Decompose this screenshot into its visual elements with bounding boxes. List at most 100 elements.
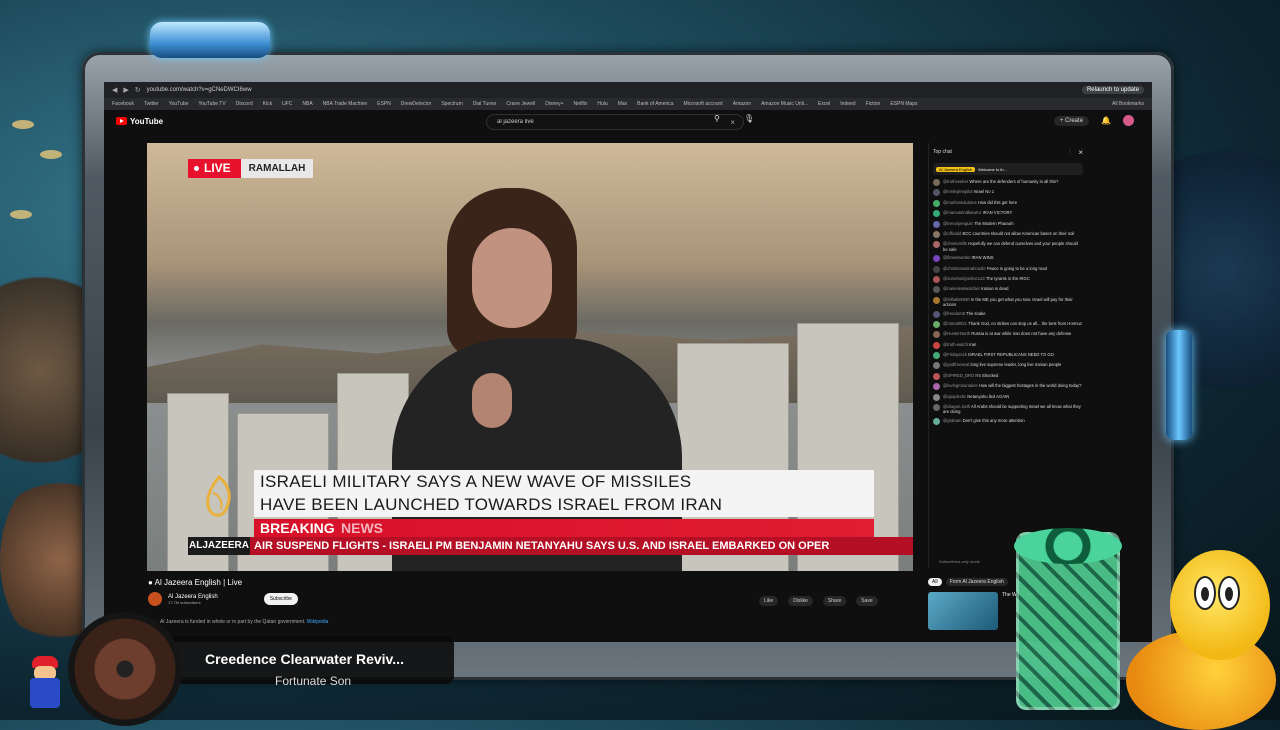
chat-text: Don't give this any more attention <box>962 417 1025 423</box>
bookmark-item[interactable]: Twitter <box>144 101 159 107</box>
chat-avatar[interactable] <box>933 199 940 207</box>
bookmark-item[interactable]: Facebook <box>112 101 134 107</box>
chat-username[interactable]: @officiald <box>943 231 961 236</box>
chat-username[interactable]: @truthseeker <box>943 179 968 184</box>
chat-avatar[interactable] <box>933 220 940 228</box>
relaunch-button[interactable]: Relaunch to update <box>1081 86 1144 94</box>
channel-name[interactable]: Al Jazeera English <box>168 594 218 600</box>
chat-username[interactable]: @mrskylinepilot <box>943 189 973 194</box>
channel-avatar[interactable] <box>148 592 162 606</box>
chat-avatar[interactable] <box>933 241 940 249</box>
bookmark-item[interactable]: Netflix <box>573 101 587 107</box>
chat-avatar[interactable] <box>933 372 940 380</box>
chat-username[interactable]: @freedom8 <box>943 311 965 316</box>
chat-avatar[interactable] <box>933 286 940 294</box>
bookmark-item[interactable]: YouTube <box>169 101 189 107</box>
chat-username[interactable]: @fitnessworks <box>943 255 970 260</box>
chat-username[interactable]: @christomasinahoodie <box>943 266 986 271</box>
search-icon[interactable]: ⚲ <box>714 114 720 123</box>
share-button[interactable]: Share <box>822 596 847 606</box>
notifications-icon[interactable]: 🔔 <box>1101 116 1111 125</box>
bookmark-item[interactable]: Amazon <box>733 101 751 107</box>
bookmarks-bar: Facebook Twitter YouTube YouTube TV Discord K… <box>104 98 1152 110</box>
bookmark-item[interactable]: Fiction <box>866 101 881 107</box>
bookmark-item[interactable]: DrewDetector <box>401 101 432 107</box>
chat-username[interactable]: @truth-watch <box>943 342 968 347</box>
chat-avatar[interactable] <box>933 331 940 339</box>
bookmark-item[interactable]: UFC <box>282 101 292 107</box>
chat-avatar[interactable] <box>933 320 940 328</box>
chat-username[interactable]: @lovingmountains <box>943 383 978 388</box>
chat-avatar[interactable] <box>933 230 940 238</box>
all-bookmarks[interactable]: All Bookmarks <box>1112 101 1144 107</box>
bookmark-item[interactable]: Kick <box>263 101 272 107</box>
bookmark-item[interactable]: Indeed <box>840 101 855 107</box>
chat-avatar[interactable] <box>933 265 940 273</box>
bookmark-item[interactable]: Excel <box>818 101 830 107</box>
bookmark-item[interactable]: Amazon Music Unli... <box>761 101 808 107</box>
chat-avatar[interactable] <box>933 255 940 263</box>
url-field[interactable]: youtube.com/watch?v=gCNeDWCI6ww <box>147 87 1076 93</box>
chat-username[interactable]: @marlonsolutions <box>943 200 977 205</box>
bookmark-item[interactable]: Crane Jewell <box>506 101 535 107</box>
forward-icon[interactable]: ▶ <box>123 86 128 94</box>
news-ticker: ALJAZEERA AIR SUSPEND FLIGHTS - ISRAELI … <box>188 537 913 555</box>
chat-avatar[interactable] <box>933 310 940 318</box>
dislike-button[interactable]: Dislike <box>788 596 813 606</box>
chat-avatar[interactable] <box>933 404 940 412</box>
bookmark-item[interactable]: Spectrum <box>441 101 462 107</box>
bookmark-item[interactable]: YouTube TV <box>198 101 225 107</box>
bookmark-item[interactable]: Bank of America <box>637 101 673 107</box>
more-icon[interactable]: ⋮ <box>1067 149 1072 155</box>
chat-username[interactable]: @namelesswatcher <box>943 286 980 291</box>
chat-username[interactable]: @HunterNorth <box>943 331 970 336</box>
clear-search-icon[interactable]: × <box>730 118 735 127</box>
chat-username[interactable]: @SPIRED_BRO <box>943 373 974 378</box>
bookmark-item[interactable]: ESPN Maps <box>890 101 917 107</box>
like-button[interactable]: Like <box>759 596 779 606</box>
bookmark-item[interactable]: Hulu <box>597 101 607 107</box>
subscribe-button[interactable]: Subscribe <box>263 593 298 605</box>
chat-avatar[interactable] <box>933 296 940 304</box>
create-button[interactable]: + Create <box>1053 115 1090 126</box>
chat-avatar[interactable] <box>933 352 940 360</box>
bookmark-item[interactable]: Disney+ <box>545 101 563 107</box>
chat-username[interactable]: @apoplectic <box>943 394 966 399</box>
avatar[interactable] <box>1123 115 1134 126</box>
chat-avatar[interactable] <box>933 179 940 186</box>
chat-username[interactable]: @ntorai9021 <box>943 321 967 326</box>
search-input[interactable] <box>495 118 731 126</box>
bookmark-item[interactable]: Microsoft account <box>684 101 723 107</box>
bookmark-item[interactable]: Max <box>618 101 627 107</box>
close-icon[interactable]: × <box>1078 148 1083 157</box>
bookmark-item[interactable]: NBA <box>302 101 312 107</box>
chat-username[interactable]: @somebodyonline123 <box>943 276 985 281</box>
chat-username[interactable]: @trevorpenguin <box>943 221 973 226</box>
reload-icon[interactable]: ↻ <box>135 86 141 94</box>
chat-avatar[interactable] <box>933 383 940 391</box>
bookmark-item[interactable]: Dial Tunes <box>473 101 497 107</box>
chat-avatar[interactable] <box>933 210 940 218</box>
chat-username[interactable]: @marcusrindkiewicz <box>943 210 981 215</box>
wikipedia-link[interactable]: Wikipedia <box>307 619 329 625</box>
chat-mode-dropdown[interactable]: Top chat <box>933 149 1067 155</box>
chat-avatar[interactable] <box>933 275 940 283</box>
save-button[interactable]: Save <box>856 596 878 606</box>
chat-username[interactable]: @Fridayrock <box>943 352 967 357</box>
bookmark-item[interactable]: NBA Trade Machine <box>323 101 367 107</box>
chat-avatar[interactable] <box>933 393 940 401</box>
youtube-logo[interactable]: YouTube <box>116 117 163 126</box>
chip-all[interactable]: All <box>928 578 942 586</box>
bookmark-item[interactable]: Discord <box>236 101 253 107</box>
chip-from-channel[interactable]: From Al Jazeera English <box>945 578 1008 586</box>
video-player[interactable]: LIVE RAMALLAH ISRAELI MILITARY SAYS A NE… <box>147 143 913 571</box>
bookmark-item[interactable]: ESPN <box>377 101 391 107</box>
chat-avatar[interactable] <box>933 362 940 370</box>
chat-username[interactable]: @godfreeseat <box>943 362 969 367</box>
chat-avatar[interactable] <box>933 417 940 425</box>
back-icon[interactable]: ◀ <box>112 86 117 94</box>
chat-avatar[interactable] <box>933 189 940 197</box>
chat-username[interactable]: @graham <box>943 418 961 423</box>
chat-avatar[interactable] <box>933 341 940 349</box>
microphone-icon[interactable]: 🎙 <box>744 114 754 123</box>
